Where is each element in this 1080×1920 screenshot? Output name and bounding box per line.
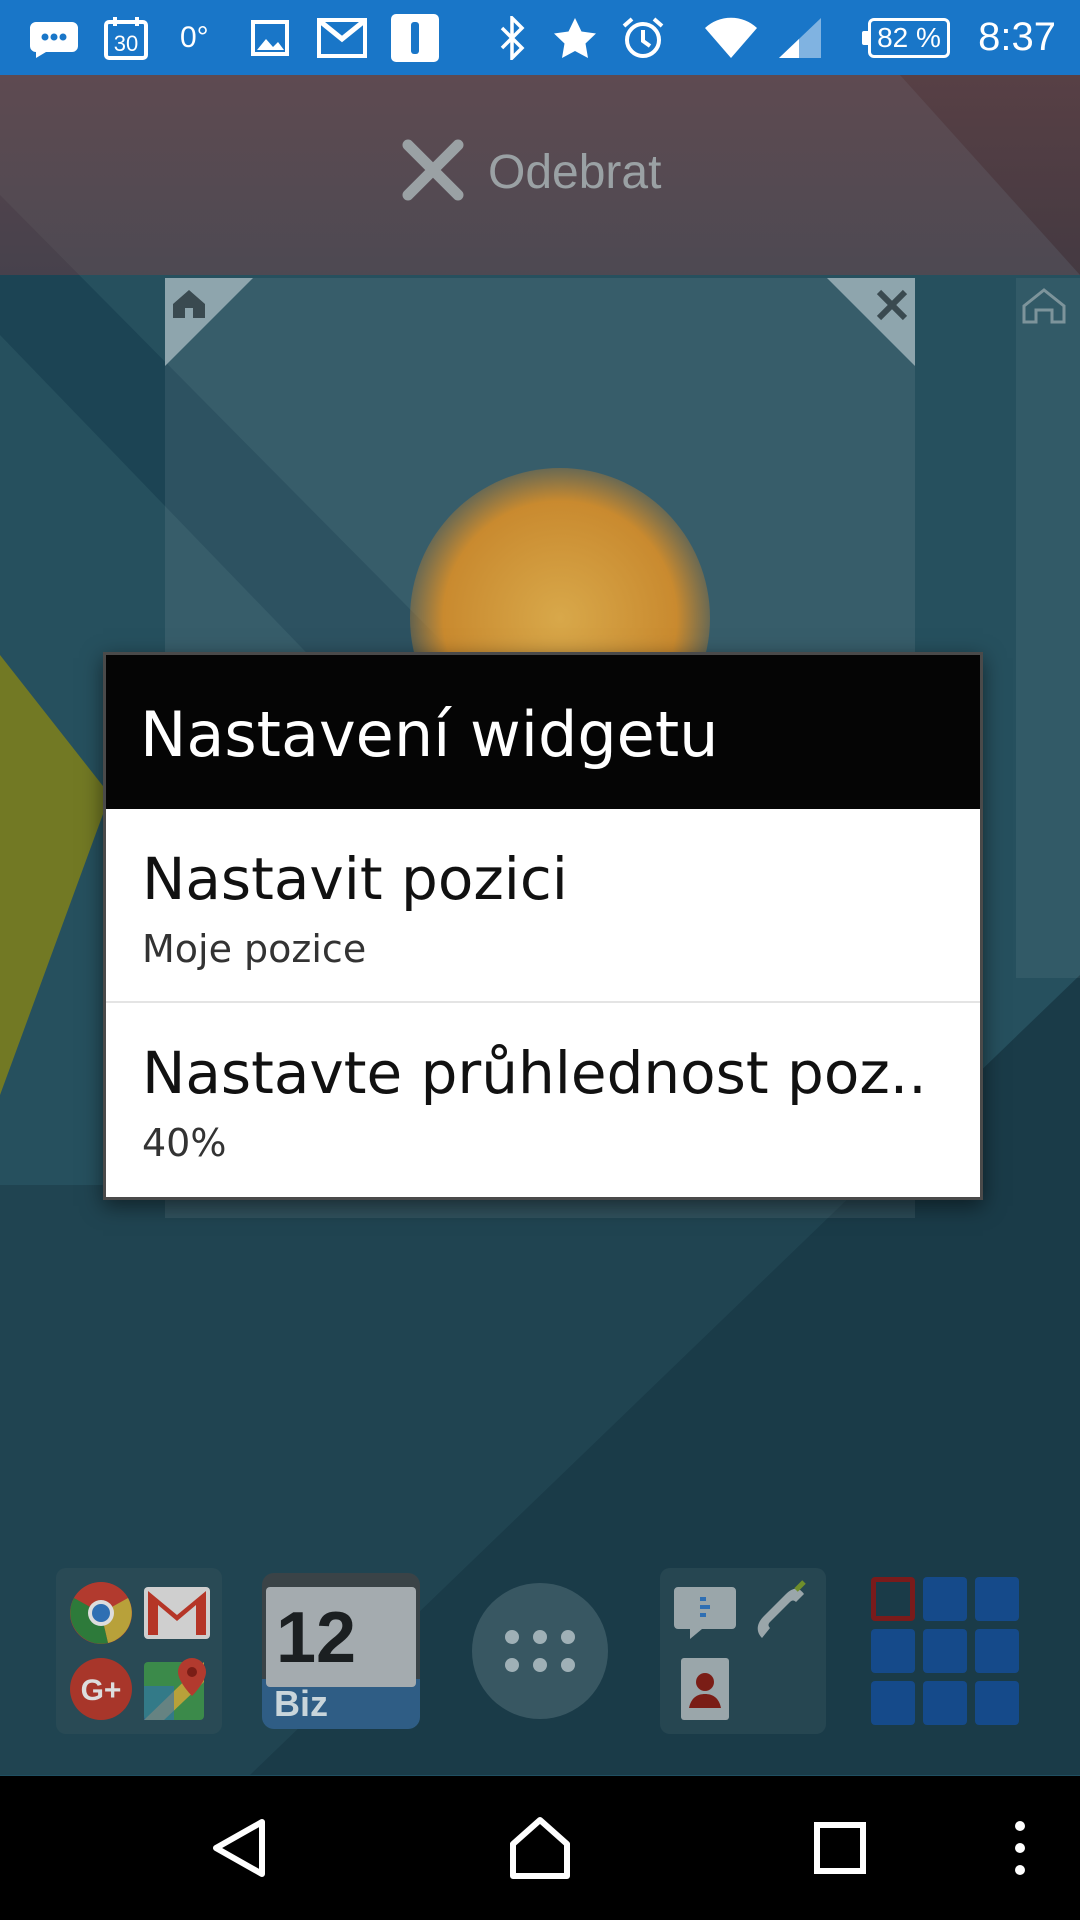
widget-settings-dialog: Nastavení widgetu Nastavit pozici Moje p…	[103, 652, 983, 1200]
home-icon[interactable]	[165, 278, 253, 366]
home-icon[interactable]	[500, 1776, 580, 1920]
svg-text:G+: G+	[81, 1674, 122, 1707]
home-dock: G+ 12 Biz	[0, 1560, 1080, 1740]
set-position-item[interactable]: Nastavit pozici Moje pozice	[106, 809, 980, 1003]
wifi-icon	[702, 14, 760, 62]
clock: 8:37	[978, 15, 1056, 59]
item-subtitle: 40%	[142, 1121, 227, 1165]
calendar-app-label: Biz	[274, 1683, 328, 1724]
calendar-icon: 30	[102, 14, 150, 62]
remove-label: Odebrat	[488, 145, 662, 199]
close-icon[interactable]	[827, 278, 915, 366]
recents-icon[interactable]	[800, 1776, 880, 1920]
maps-icon	[144, 1656, 210, 1722]
item-subtitle: Moje pozice	[142, 927, 367, 971]
phone-icon	[748, 1580, 814, 1646]
communication-folder[interactable]	[660, 1568, 826, 1734]
contacts-icon	[672, 1656, 738, 1722]
bluetooth-icon	[496, 14, 530, 62]
item-title: Nastavte průhlednost poz..	[142, 1039, 927, 1107]
google-apps-folder[interactable]: G+	[56, 1568, 222, 1734]
image-icon	[250, 14, 290, 62]
gmail-icon	[316, 14, 368, 62]
menu-icon[interactable]	[1000, 1776, 1040, 1920]
status-bar: 30 0° 82 % 8:37	[0, 0, 1080, 75]
temperature-readout: 0°	[180, 21, 209, 54]
back-icon[interactable]	[200, 1776, 280, 1920]
dialog-title: Nastavení widgetu	[106, 655, 980, 809]
google-plus-icon: G+	[68, 1656, 134, 1722]
close-icon	[400, 137, 466, 207]
star-icon	[552, 14, 598, 62]
apps-grid-icon	[472, 1583, 608, 1719]
alarm-icon	[620, 14, 666, 62]
navigation-bar	[0, 1776, 1080, 1920]
set-transparency-item[interactable]: Nastavte průhlednost poz.. 40%	[106, 1003, 980, 1197]
calendar-app[interactable]: 12 Biz	[258, 1568, 424, 1734]
svg-text:30: 30	[114, 31, 138, 56]
app-drawer-button[interactable]	[457, 1568, 623, 1734]
gmail-icon	[144, 1580, 210, 1646]
app-icon	[390, 14, 440, 62]
battery-icon: 82 %	[862, 18, 950, 58]
remove-drop-zone[interactable]: Odebrat	[0, 75, 1080, 275]
chrome-icon	[68, 1580, 134, 1646]
item-title: Nastavit pozici	[142, 845, 568, 913]
tiles-app[interactable]	[862, 1568, 1028, 1734]
messaging-icon	[672, 1580, 738, 1646]
adjacent-widget-frame	[1016, 278, 1080, 978]
chat-icon	[26, 14, 82, 62]
calendar-day-number: 12	[276, 1598, 357, 1678]
signal-icon	[776, 14, 824, 62]
